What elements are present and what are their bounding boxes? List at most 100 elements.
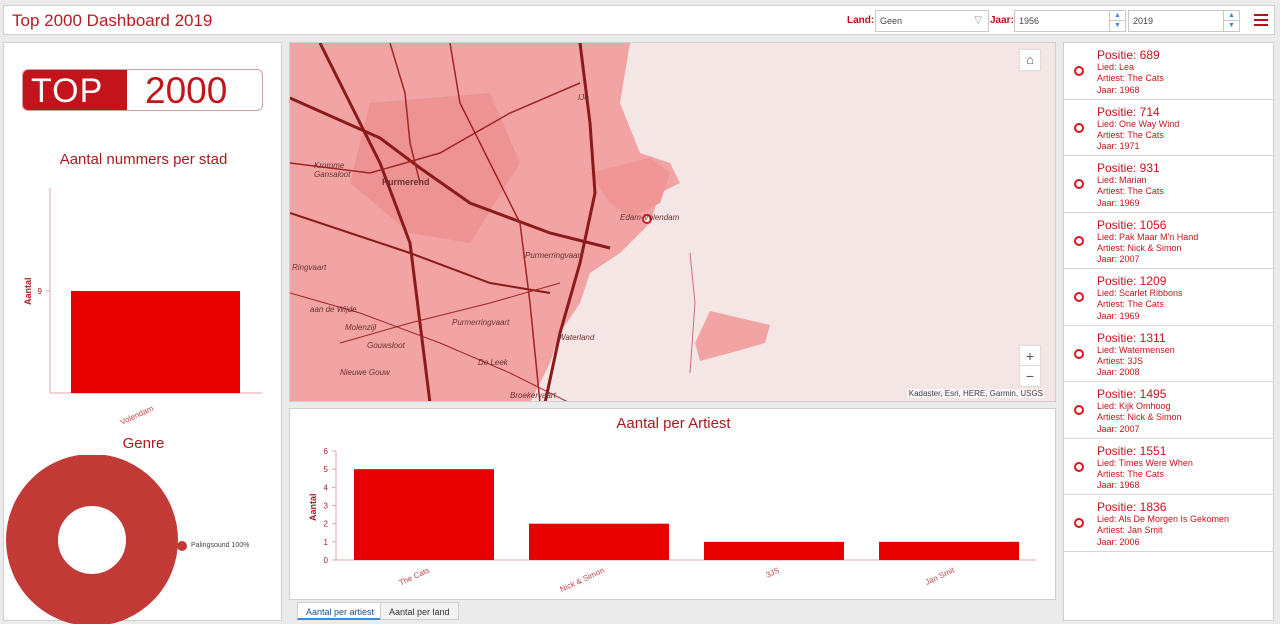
artist-bar[interactable]	[879, 541, 1019, 560]
map-place: IJe	[578, 93, 589, 102]
home-icon[interactable]: ⌂	[1019, 49, 1041, 71]
city-chart-title: Aantal nummers per stad	[59, 151, 228, 168]
song-year: Jaar: 1968	[1097, 84, 1140, 95]
menu-icon[interactable]	[1254, 11, 1268, 27]
map-place: Gouwsloot	[367, 341, 405, 350]
left-panel: TOP 2000 Aantal nummers per stad Aantal …	[3, 42, 282, 624]
location-marker-icon	[1074, 66, 1084, 76]
jaar-from-value: 1956	[1019, 16, 1040, 26]
app-header: Top 2000 Dashboard 2019 Land: Geen ▽ Jaa…	[3, 5, 1275, 35]
stepper-up-icon[interactable]: ▲	[1224, 11, 1239, 21]
map-view[interactable]: IJe Kromme Gansaloot Purmerend Edam-Vole…	[289, 42, 1056, 402]
list-item[interactable]: Positie: 689 Lied: Lea Artiest: The Cats Ja…	[1064, 43, 1273, 100]
list-item[interactable]: Positie: 1836 Lied: Als De Morgen Is Geko…	[1064, 495, 1273, 552]
list-item[interactable]: Positie: 714 Lied: One Way Wind Artiest: T…	[1064, 100, 1273, 156]
tab-aantal-per-artiest[interactable]: Aantal per artiest	[297, 602, 384, 620]
tab-aantal-per-land[interactable]: Aantal per land	[380, 602, 459, 620]
song-artist: Artiest: The Cats	[1097, 468, 1164, 479]
artist-bar[interactable]	[529, 523, 669, 560]
list-item[interactable]: Positie: 1551 Lied: Times Were When Arties…	[1064, 439, 1273, 495]
location-marker-icon	[1074, 122, 1084, 133]
song-year: Jaar: 2007	[1097, 254, 1140, 265]
artist-bar[interactable]	[704, 541, 844, 560]
zoom-out-button[interactable]: −	[1019, 365, 1041, 387]
map-place: Purmerringvaart	[525, 251, 583, 260]
map-place: Edam-Volendam	[620, 213, 680, 222]
artist-bar[interactable]	[354, 469, 494, 560]
location-marker-icon	[1074, 292, 1084, 302]
city-bar[interactable]	[71, 291, 240, 393]
map-place: Ringvaart	[292, 263, 327, 272]
land-select[interactable]: Geen ▽	[875, 10, 989, 32]
land-label: Land:	[847, 15, 875, 26]
jaar-to-input[interactable]: 2019 ▲ ▼	[1128, 10, 1240, 32]
y-tick-label: 0	[324, 556, 329, 565]
jaar-from-stepper[interactable]: ▲ ▼	[1109, 11, 1125, 31]
song-title: Lied: Kijk Omhoog	[1097, 401, 1171, 411]
song-artist: Artiest: 3JS	[1097, 355, 1144, 366]
map-place: Broekervaart	[510, 391, 556, 400]
song-year: Jaar: 1968	[1097, 480, 1140, 491]
genre-legend-value: 100%	[231, 542, 250, 549]
x-tick-label: The Cats	[398, 566, 431, 588]
y-tick-label: 4	[324, 483, 329, 492]
song-title: Lied: One Way Wind	[1097, 118, 1180, 129]
song-title: Lied: Scarlet Ribbons	[1097, 288, 1183, 298]
x-tick-label: 3JS	[765, 566, 781, 580]
song-position: Positie: 1551	[1097, 443, 1167, 458]
song-year: Jaar: 2006	[1097, 536, 1140, 547]
location-marker-icon	[1074, 348, 1084, 359]
jaar-to-value: 2019	[1133, 16, 1154, 26]
stepper-down-icon[interactable]: ▼	[1110, 21, 1125, 31]
y-tick-label: 6	[324, 447, 329, 456]
song-artist: Artiest: The Cats	[1097, 186, 1164, 197]
song-position: Positie: 1311	[1097, 330, 1166, 345]
song-position: Positie: 1836	[1097, 500, 1167, 514]
map-place: Purmerringvaart	[452, 318, 510, 327]
stepper-up-icon[interactable]: ▲	[1110, 11, 1125, 21]
map-place: De Leek	[478, 358, 508, 367]
map-place: Molenzijl	[345, 323, 377, 332]
jaar-label: Jaar:	[990, 15, 1014, 26]
city-bar-chart: 9 Volendam	[38, 188, 262, 427]
logo-top: TOP	[23, 70, 127, 110]
location-marker-icon	[1074, 405, 1084, 415]
song-artist: Artiest: Nick & Simon	[1097, 412, 1182, 423]
song-title: Lied: Watermensen	[1097, 344, 1175, 355]
app-title: Top 2000 Dashboard 2019	[12, 11, 213, 30]
song-title: Lied: Times Were When	[1097, 457, 1193, 468]
genre-chart-title: Genre	[122, 435, 165, 452]
song-position: Positie: 1056	[1097, 217, 1167, 232]
zoom-in-button[interactable]: +	[1019, 345, 1041, 367]
song-title: Lied: Pak Maar M'n Hand	[1097, 231, 1199, 242]
y-tick-label: 1	[324, 538, 329, 547]
song-year: Jaar: 2007	[1097, 423, 1140, 434]
top2000-logo: TOP 2000	[22, 69, 263, 111]
list-item[interactable]: Positie: 1495 Lied: Kijk Omhoog Artiest: N…	[1064, 382, 1273, 439]
song-year: Jaar: 1969	[1097, 310, 1140, 321]
map-attribution: Kadaster, Esri, HERE, Garmin, USGS	[906, 389, 1045, 398]
list-item[interactable]: Positie: 931 Lied: Marian Artiest: The Cat…	[1064, 156, 1273, 213]
jaar-from-input[interactable]: 1956 ▲ ▼	[1014, 10, 1126, 32]
genre-legend-label: Palingsound	[191, 542, 230, 549]
city-y-tick: 9	[38, 287, 43, 296]
song-artist: Artiest: The Cats	[1097, 73, 1164, 84]
song-position: Positie: 1495	[1097, 387, 1167, 401]
map-place: aan de Wijde	[310, 305, 357, 314]
location-marker-icon	[1074, 518, 1084, 528]
y-tick-label: 2	[324, 520, 329, 529]
list-item[interactable]: Positie: 1209 Lied: Scarlet Ribbons Arties…	[1064, 269, 1273, 326]
song-title: Lied: Als De Morgen Is Gekomen	[1097, 514, 1230, 524]
list-item[interactable]: Positie: 1311 Lied: Watermensen Artiest: 3…	[1064, 326, 1273, 382]
y-tick-label: 5	[324, 465, 329, 474]
song-position: Positie: 931	[1097, 161, 1160, 175]
stepper-down-icon[interactable]: ▼	[1224, 21, 1239, 31]
map-place: Waterland	[558, 333, 595, 342]
song-artist: Artiest: The Cats	[1097, 299, 1164, 310]
logo-2000: 2000	[145, 70, 228, 111]
jaar-to-stepper[interactable]: ▲ ▼	[1223, 11, 1239, 31]
song-title: Lied: Lea	[1097, 62, 1135, 72]
genre-slice-palingsound[interactable]	[6, 455, 178, 624]
song-position: Positie: 1209	[1097, 274, 1167, 288]
list-item[interactable]: Positie: 1056 Lied: Pak Maar M'n Hand Arti…	[1064, 213, 1273, 269]
